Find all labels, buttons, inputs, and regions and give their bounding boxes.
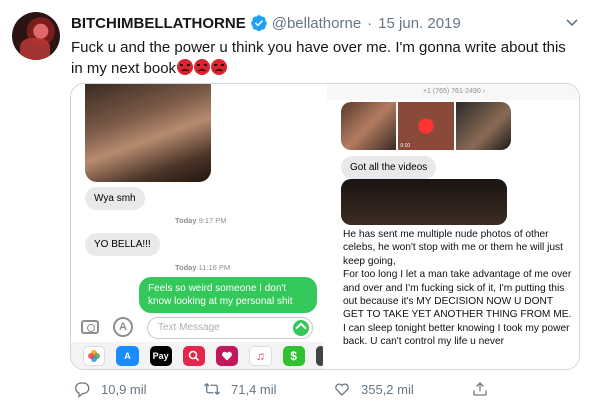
- app-store-icon[interactable]: A: [113, 317, 133, 337]
- like-count: 355,2 mil: [361, 381, 414, 397]
- avatar[interactable]: [12, 12, 60, 60]
- message-bubble-incoming: Wya smh: [85, 187, 145, 210]
- reply-action[interactable]: 10,9 mil: [73, 380, 147, 398]
- retweet-count: 71,4 mil: [231, 381, 277, 397]
- statement-paragraph: For too long I let a man take advantage …: [343, 269, 572, 321]
- photos-app-icon[interactable]: [83, 346, 106, 366]
- tweet-body: Fuck u and the power u think you have ov…: [71, 39, 566, 77]
- tweet-actions: 10,9 mil 71,4 mil 355,2 mil: [71, 380, 571, 400]
- heart-icon: [335, 383, 349, 396]
- angry-face-icon: [177, 59, 194, 75]
- retweet-action[interactable]: 71,4 mil: [203, 380, 277, 398]
- video-thumbnails: 0:10: [341, 102, 511, 150]
- separator: ·: [367, 14, 373, 32]
- statement-text: He has sent me multiple nude photos of o…: [327, 225, 579, 369]
- message-timestamp: Today 9:17 PM: [175, 216, 227, 225]
- retweet-icon: [204, 382, 220, 396]
- video-thumbnail[interactable]: [455, 102, 511, 150]
- tweet-header: BITCHIMBELLATHORNE @bellathorne · 15 jun…: [71, 12, 461, 34]
- video-thumbnail[interactable]: 0:10: [398, 102, 454, 150]
- tweet-date[interactable]: 15 jun. 2019: [378, 15, 461, 32]
- handle[interactable]: @bellathorne: [272, 15, 361, 32]
- send-arrow-icon[interactable]: [293, 320, 309, 336]
- apple-pay-app-icon[interactable]: Pay: [149, 346, 172, 366]
- statement-paragraph: I can sleep tonight better knowing I too…: [343, 322, 570, 348]
- share-action[interactable]: [471, 380, 489, 398]
- display-name[interactable]: BITCHIMBELLATHORNE: [71, 15, 246, 32]
- heart-app-icon[interactable]: [215, 346, 239, 366]
- statement-paragraph: He has sent me multiple nude photos of o…: [343, 229, 563, 267]
- angry-face-icon: [211, 59, 228, 75]
- message-bubble-incoming: YO BELLA!!!: [85, 233, 160, 256]
- camera-icon[interactable]: [81, 320, 99, 334]
- verified-badge-icon: [250, 15, 267, 32]
- message-bubble-incoming: Got all the videos: [341, 156, 437, 179]
- compose-bar: A Text Message: [71, 314, 323, 342]
- tweet-media[interactable]: Wya smh Today 9:17 PM YO BELLA!!! Today …: [70, 83, 580, 370]
- video-duration: 0:10: [400, 143, 411, 149]
- reply-icon: [75, 382, 90, 398]
- more-apps-icon[interactable]: [315, 346, 323, 366]
- app-store-app-icon[interactable]: A: [116, 346, 139, 366]
- app-drawer: A Pay ♫ $: [71, 342, 323, 369]
- message-timestamp: Today 11:16 PM: [175, 263, 231, 272]
- angry-face-icon: [194, 59, 211, 75]
- received-photo: [85, 84, 211, 182]
- message-bubble-outgoing: Feels so weird someone I don't know look…: [139, 277, 317, 313]
- video-thumbnail[interactable]: [341, 102, 397, 150]
- tweet-text: Fuck u and the power u think you have ov…: [71, 37, 581, 79]
- share-icon: [473, 382, 487, 396]
- reply-count: 10,9 mil: [101, 381, 147, 397]
- web-search-app-icon[interactable]: [182, 346, 205, 366]
- video-thumbnail[interactable]: [341, 179, 507, 225]
- tweet[interactable]: BITCHIMBELLATHORNE @bellathorne · 15 jun…: [0, 0, 594, 407]
- imessage-screenshot-left[interactable]: Wya smh Today 9:17 PM YO BELLA!!! Today …: [71, 84, 325, 369]
- chevron-down-icon[interactable]: [564, 14, 580, 30]
- message-input[interactable]: Text Message: [147, 317, 313, 339]
- like-action[interactable]: 355,2 mil: [333, 380, 414, 398]
- imessage-screenshot-right[interactable]: +1 (765) 761-2490 › 0:10 Got all the vid…: [327, 84, 579, 369]
- cash-app-icon[interactable]: $: [282, 346, 305, 366]
- sender-number[interactable]: +1 (765) 761-2490 ›: [327, 84, 579, 100]
- music-app-icon[interactable]: ♫: [249, 346, 272, 366]
- message-input-placeholder: Text Message: [158, 322, 220, 333]
